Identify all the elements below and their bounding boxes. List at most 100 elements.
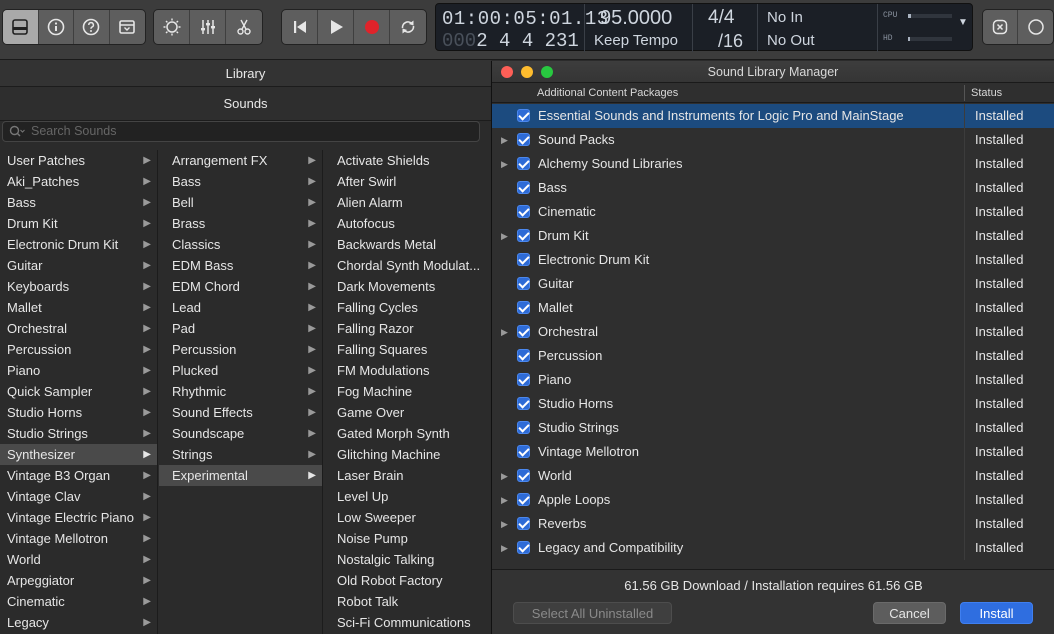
library-item[interactable]: Level Up xyxy=(324,486,491,507)
package-row[interactable]: Mallet Installed xyxy=(492,296,1054,320)
library-item[interactable]: Activate Shields xyxy=(324,150,491,171)
library-item[interactable]: Electronic Drum Kit ▶ xyxy=(0,234,157,255)
library-item[interactable]: Brass ▶ xyxy=(159,213,322,234)
library-item[interactable]: Synthesizer ▶ xyxy=(0,444,157,465)
library-item[interactable]: Studio Horns ▶ xyxy=(0,402,157,423)
disclosure-triangle-icon[interactable]: ▶ xyxy=(501,536,508,560)
library-item[interactable]: Chordal Synth Modulat... xyxy=(324,255,491,276)
smart-controls-button[interactable] xyxy=(154,10,190,44)
go-to-beginning-button[interactable] xyxy=(282,10,318,44)
sounds-header[interactable]: Sounds xyxy=(0,87,491,121)
mixer-button[interactable] xyxy=(190,10,226,44)
package-checkbox[interactable] xyxy=(517,421,530,434)
column-header-status[interactable]: Status xyxy=(971,83,1002,103)
package-row[interactable]: ▶ Alchemy Sound Libraries Installed xyxy=(492,152,1054,176)
package-row[interactable]: Studio Strings Installed xyxy=(492,416,1054,440)
library-item[interactable]: Experimental ▶ xyxy=(159,465,322,486)
cycle-button[interactable] xyxy=(390,10,426,44)
package-row[interactable]: Vintage Mellotron Installed xyxy=(492,440,1054,464)
library-item[interactable]: Vintage Mellotron ▶ xyxy=(0,528,157,549)
library-item[interactable]: Classics ▶ xyxy=(159,234,322,255)
library-item[interactable]: Vintage Electric Piano ▶ xyxy=(0,507,157,528)
package-row[interactable]: Electronic Drum Kit Installed xyxy=(492,248,1054,272)
package-checkbox[interactable] xyxy=(517,541,530,554)
library-item[interactable]: Robot Talk xyxy=(324,591,491,612)
package-row[interactable]: Cinematic Installed xyxy=(492,200,1054,224)
tempo-value[interactable]: 95.0000 xyxy=(600,7,672,30)
library-item[interactable]: Legacy ▶ xyxy=(0,612,157,633)
library-item[interactable]: Game Over xyxy=(324,402,491,423)
library-item[interactable]: Bass ▶ xyxy=(0,192,157,213)
library-item[interactable]: Keyboards ▶ xyxy=(0,276,157,297)
library-item[interactable]: Vintage Clav ▶ xyxy=(0,486,157,507)
library-item[interactable]: Nostalgic Talking xyxy=(324,549,491,570)
library-item[interactable]: Falling Cycles xyxy=(324,297,491,318)
library-item[interactable]: Low Sweeper xyxy=(324,507,491,528)
library-item[interactable]: Percussion ▶ xyxy=(0,339,157,360)
package-checkbox[interactable] xyxy=(517,445,530,458)
select-all-uninstalled-button[interactable]: Select All Uninstalled xyxy=(513,602,672,624)
library-item[interactable]: Plucked ▶ xyxy=(159,360,322,381)
editors-button[interactable] xyxy=(226,10,262,44)
column-header-packages[interactable]: Additional Content Packages xyxy=(537,83,678,103)
library-item[interactable]: Drum Kit ▶ xyxy=(0,213,157,234)
install-button[interactable]: Install xyxy=(960,602,1033,624)
library-item[interactable]: Arpeggiator ▶ xyxy=(0,570,157,591)
disclosure-triangle-icon[interactable]: ▶ xyxy=(501,152,508,176)
package-checkbox[interactable] xyxy=(517,181,530,194)
package-checkbox[interactable] xyxy=(517,517,530,530)
package-checkbox[interactable] xyxy=(517,109,530,122)
package-row[interactable]: Percussion Installed xyxy=(492,344,1054,368)
package-row[interactable]: ▶ Apple Loops Installed xyxy=(492,488,1054,512)
package-row[interactable]: Studio Horns Installed xyxy=(492,392,1054,416)
library-item[interactable]: Cinematic ▶ xyxy=(0,591,157,612)
disclosure-triangle-icon[interactable]: ▶ xyxy=(501,128,508,152)
package-checkbox[interactable] xyxy=(517,253,530,266)
package-checkbox[interactable] xyxy=(517,277,530,290)
package-checkbox[interactable] xyxy=(517,157,530,170)
library-item[interactable]: Pad ▶ xyxy=(159,318,322,339)
library-item[interactable]: Bell ▶ xyxy=(159,192,322,213)
library-item[interactable]: Piano ▶ xyxy=(0,360,157,381)
zoom-window-button[interactable] xyxy=(541,66,553,78)
inspector-button[interactable] xyxy=(39,10,74,44)
library-item[interactable]: Old Robot Factory xyxy=(324,570,491,591)
library-item[interactable]: Falling Squares xyxy=(324,339,491,360)
lcd-chevron-down-icon[interactable]: ▼ xyxy=(958,17,968,28)
package-row[interactable]: ▶ World Installed xyxy=(492,464,1054,488)
disclosure-triangle-icon[interactable]: ▶ xyxy=(501,224,508,248)
library-item[interactable]: Studio Strings ▶ xyxy=(0,423,157,444)
play-button[interactable] xyxy=(318,10,354,44)
quick-help-button[interactable] xyxy=(74,10,110,44)
library-item[interactable]: Arrangement FX ▶ xyxy=(159,150,322,171)
library-item[interactable]: FM Modulations xyxy=(324,360,491,381)
package-checkbox[interactable] xyxy=(517,493,530,506)
library-item[interactable]: Vintage B3 Organ ▶ xyxy=(0,465,157,486)
notepad-button[interactable] xyxy=(983,10,1019,44)
library-item[interactable]: Backwards Metal xyxy=(324,234,491,255)
disclosure-triangle-icon[interactable]: ▶ xyxy=(501,488,508,512)
library-item[interactable]: Laser Brain xyxy=(324,465,491,486)
package-row[interactable]: ▶ Drum Kit Installed xyxy=(492,224,1054,248)
library-item[interactable]: Alien Alarm xyxy=(324,192,491,213)
library-item[interactable]: Sound Effects ▶ xyxy=(159,402,322,423)
package-row[interactable]: Piano Installed xyxy=(492,368,1054,392)
close-window-button[interactable] xyxy=(501,66,513,78)
package-checkbox[interactable] xyxy=(517,205,530,218)
cancel-button[interactable]: Cancel xyxy=(873,602,946,624)
library-item[interactable]: User Patches ▶ xyxy=(0,150,157,171)
lcd-display[interactable]: 01:00:05:01.13 0002 4 4 231 95.0000 Keep… xyxy=(435,3,973,52)
minimize-window-button[interactable] xyxy=(521,66,533,78)
library-item[interactable]: Quick Sampler ▶ xyxy=(0,381,157,402)
library-item[interactable]: Lead ▶ xyxy=(159,297,322,318)
package-row[interactable]: Essential Sounds and Instruments for Log… xyxy=(492,104,1054,128)
package-checkbox[interactable] xyxy=(517,397,530,410)
time-signature[interactable]: 4/4 xyxy=(708,7,734,29)
disclosure-triangle-icon[interactable]: ▶ xyxy=(501,320,508,344)
library-item[interactable]: EDM Chord ▶ xyxy=(159,276,322,297)
library-item[interactable]: Orchestral ▶ xyxy=(0,318,157,339)
package-row[interactable]: ▶ Orchestral Installed xyxy=(492,320,1054,344)
disclosure-triangle-icon[interactable]: ▶ xyxy=(501,512,508,536)
disclosure-triangle-icon[interactable]: ▶ xyxy=(501,464,508,488)
tempo-mode[interactable]: Keep Tempo xyxy=(594,32,678,49)
